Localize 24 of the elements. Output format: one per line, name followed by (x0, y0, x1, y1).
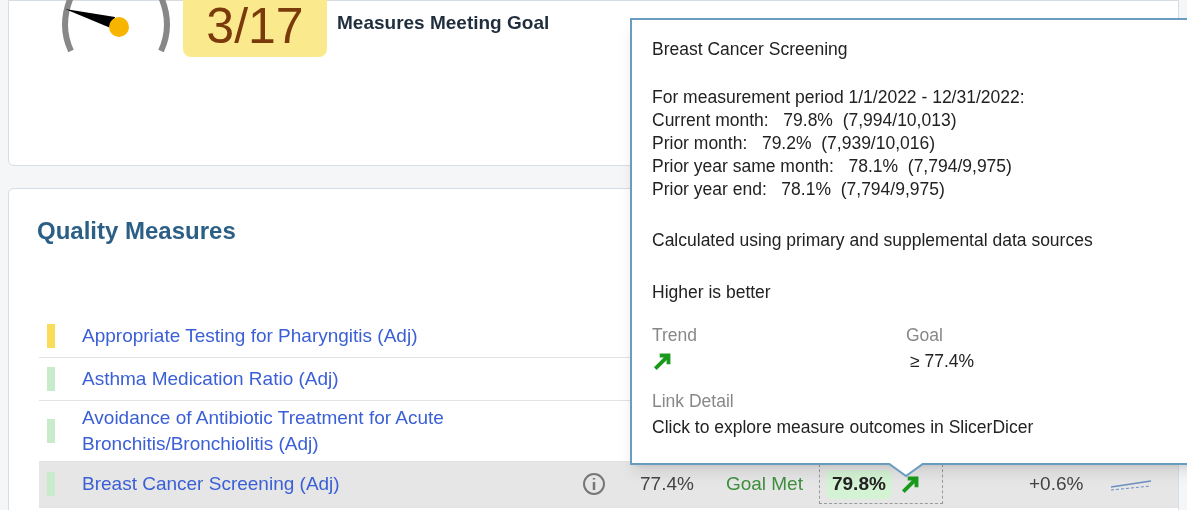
score-badge: 3/17 (183, 0, 327, 57)
sparkline (1111, 477, 1152, 492)
summary-label: Measures Meeting Goal (337, 11, 550, 35)
tooltip-line: Prior year same month: 78.1% (7,794/9,975) (652, 155, 1013, 178)
info-icon[interactable] (582, 472, 606, 497)
tooltip-line: Prior month: 79.2% (7,939/10,016) (652, 132, 937, 155)
trend-label: Trend (652, 323, 699, 347)
tooltip-line: Prior year end: 78.1% (7,794/9,975) (652, 178, 946, 201)
measure-link[interactable]: Breast Cancer Screening (Adj) (82, 471, 522, 498)
tooltip-line: Current month: 79.8% (7,994/10,013) (652, 109, 958, 132)
change-value: +0.6% (1028, 472, 1084, 496)
current-value: 79.8% (825, 470, 892, 499)
measure-row[interactable]: Breast Cancer Screening (Adj) 77.4% Goal Met 79.8% +0.6% (39, 462, 1178, 508)
section-title: Quality Measures (37, 216, 236, 246)
tooltip-title: Breast Cancer Screening (652, 38, 849, 60)
data-source-note: Calculated using primary and supplemental data sources (652, 229, 1094, 252)
tooltip-line: For measurement period 1/1/2022 - 12/31/2022: (652, 86, 1026, 109)
measure-link[interactable]: Avoidance of Antibiotic Treatment for Acute Bronchitis/Bronchiolitis (Adj) (82, 405, 522, 457)
goal-value: 77.4% (640, 472, 694, 496)
measure-link[interactable]: Appropriate Testing for Pharyngitis (Adj) (82, 323, 522, 349)
measure-link[interactable]: Asthma Medication Ratio (Adj) (82, 366, 522, 392)
goal-label: Goal (906, 323, 944, 347)
direction-note: Higher is better (652, 281, 772, 305)
goal-status: Goal Met (725, 472, 803, 496)
